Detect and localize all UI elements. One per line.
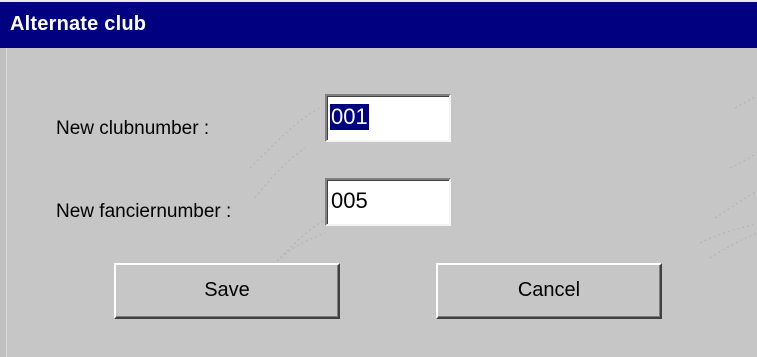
new-fanciernumber-input[interactable]: 005 [325,178,451,226]
save-button[interactable]: Save [114,263,340,319]
window-left-border [0,48,7,357]
alternate-club-dialog: Alternate club New clubnumber : 001 New … [0,0,757,357]
title-bar[interactable]: Alternate club [0,0,757,48]
new-clubnumber-value: 001 [330,104,369,130]
new-clubnumber-label: New clubnumber : [56,118,210,139]
new-clubnumber-input[interactable]: 001 [325,94,451,142]
new-fanciernumber-value: 005 [331,188,368,213]
cancel-button[interactable]: Cancel [436,263,662,319]
new-fanciernumber-label: New fanciernumber : [56,201,232,222]
window-title: Alternate club [10,13,147,35]
